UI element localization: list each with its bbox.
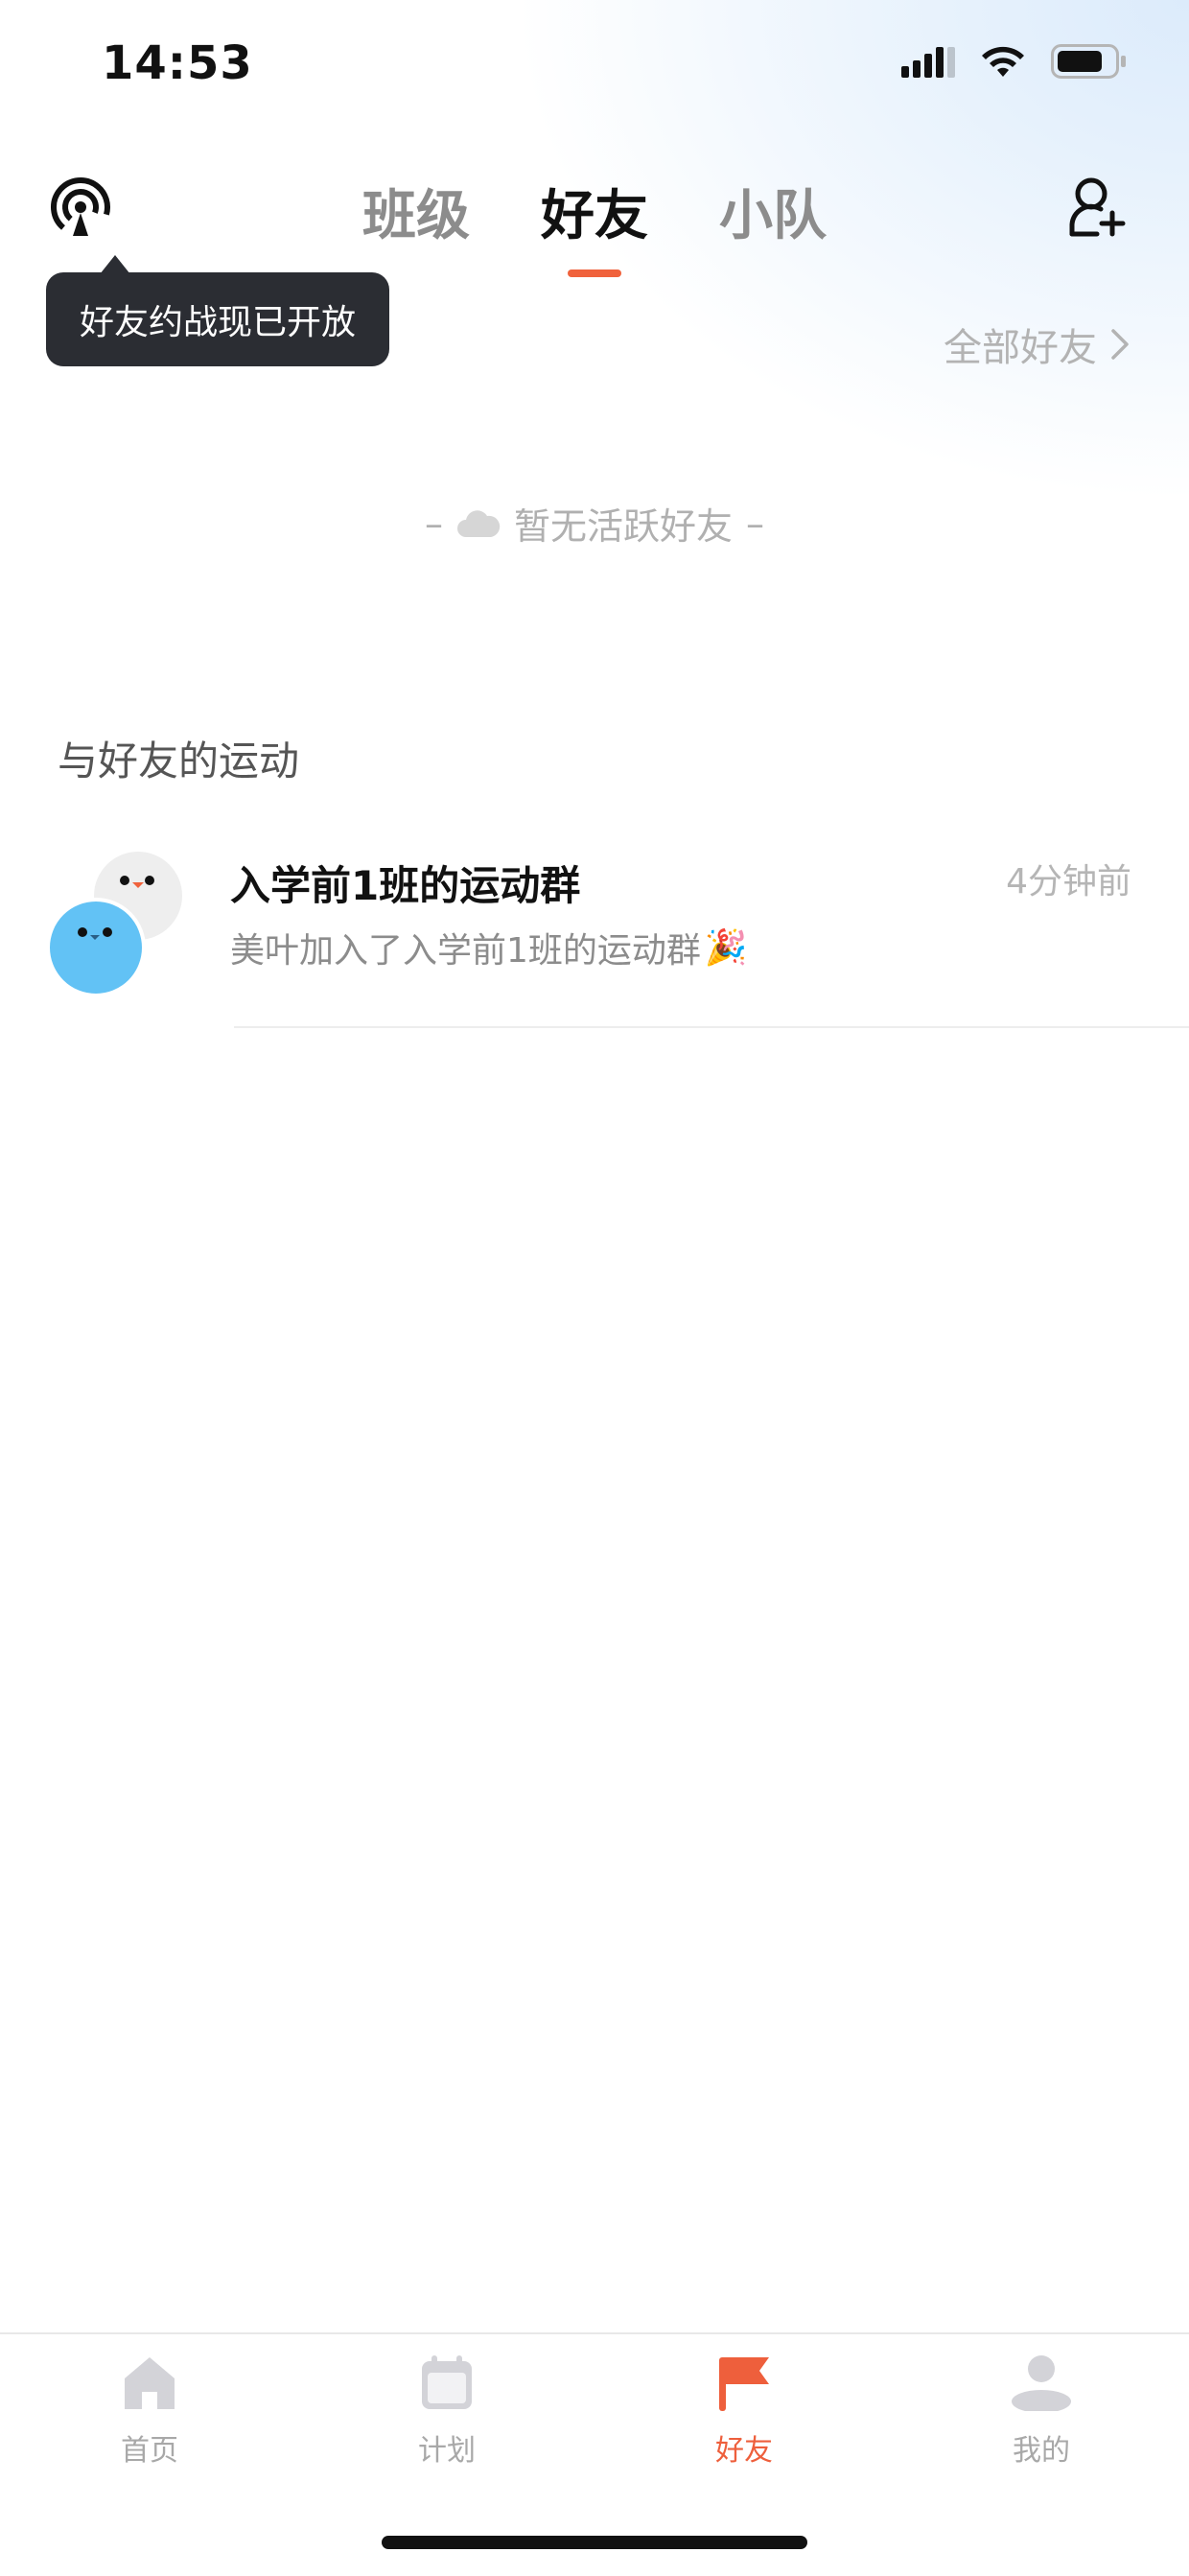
battery-icon (1051, 44, 1126, 79)
nav-friends-label: 好友 (715, 2434, 773, 2468)
active-tab-indicator (568, 269, 621, 277)
chevron-right-icon (1111, 329, 1129, 360)
item-title: 入学前1班的运动群 (230, 862, 581, 909)
nav-plan-label: 计划 (418, 2434, 476, 2468)
nav-mine[interactable]: 我的 (965, 2354, 1118, 2469)
top-tabs: 班级 好友 小队 (0, 173, 1189, 277)
tooltip-arrow (100, 255, 130, 274)
add-friend-icon[interactable] (1068, 176, 1126, 238)
nav-plan[interactable]: 计划 (370, 2354, 524, 2469)
status-time: 14:53 (102, 36, 253, 90)
all-friends-label: 全部好友 (944, 326, 1097, 370)
user-icon (1012, 2355, 1071, 2411)
item-time: 4分钟前 (1006, 862, 1131, 902)
nav-home[interactable]: 首页 (73, 2354, 226, 2469)
avatar (46, 898, 146, 997)
cloud-icon (456, 509, 501, 537)
cellular-signal-icon (901, 47, 955, 78)
empty-active-text: 暂无活跃好友 (513, 505, 733, 548)
section-title: 与好友的运动 (58, 738, 300, 785)
status-icons (901, 44, 1128, 79)
list-item[interactable]: 入学前1班的运动群 4分钟前 美叶加入了入学前1班的运动群 🎉 (0, 834, 1189, 1028)
empty-active-friends: – 暂无活跃好友 – (0, 497, 1189, 550)
tab-squad[interactable]: 小队 (717, 173, 828, 250)
calendar-icon (422, 2355, 472, 2409)
nav-friends[interactable]: 好友 (667, 2354, 821, 2469)
dash-left: – (424, 502, 443, 545)
tab-class[interactable]: 班级 (361, 173, 472, 250)
nav-mine-label: 我的 (1013, 2434, 1070, 2468)
feature-tooltip: 好友约战现已开放 (46, 255, 389, 366)
party-popper-icon: 🎉 (704, 928, 748, 968)
dash-right: – (746, 502, 764, 545)
home-icon (125, 2357, 175, 2409)
tab-friends[interactable]: 好友 (539, 173, 650, 277)
item-message-text: 美叶加入了入学前1班的运动群 (230, 931, 701, 971)
blue-bird-avatar-icon (78, 927, 112, 940)
item-message: 美叶加入了入学前1班的运动群 🎉 (230, 923, 748, 972)
nav-home-label: 首页 (121, 2434, 178, 2468)
flag-icon (719, 2357, 769, 2411)
all-friends-link[interactable]: 全部好友 (944, 316, 1130, 372)
divider (234, 1026, 1189, 1028)
tooltip-text: 好友约战现已开放 (79, 303, 356, 342)
bottom-nav: 首页 计划 好友 我的 (0, 2332, 1189, 2576)
home-indicator (382, 2536, 807, 2549)
wifi-icon (982, 46, 1024, 77)
